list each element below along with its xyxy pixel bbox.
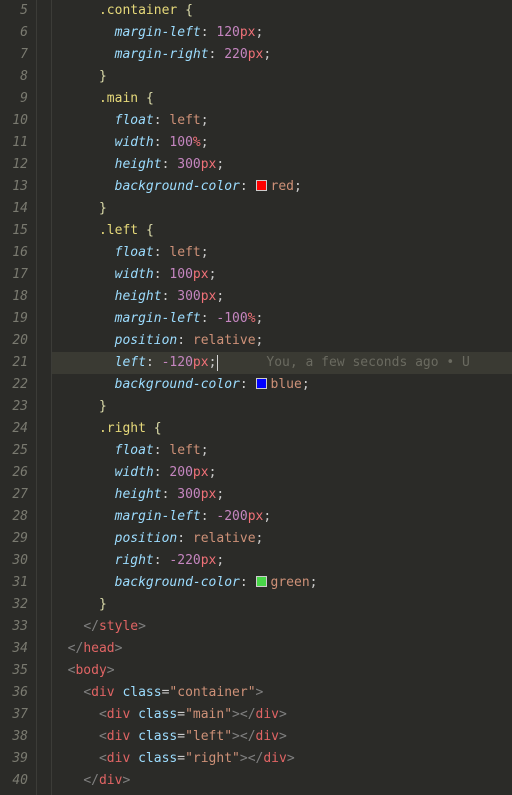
line-number: 36 <box>0 682 28 704</box>
line-number: 25 <box>0 440 28 462</box>
code-line[interactable]: <div class="container"> <box>52 682 512 704</box>
code-line[interactable]: <div class="left"></div> <box>52 726 512 748</box>
code-line[interactable]: margin-left: -200px; <box>52 506 512 528</box>
code-line[interactable]: width: 200px; <box>52 462 512 484</box>
code-line[interactable]: height: 300px; <box>52 286 512 308</box>
code-line[interactable]: float: left; <box>52 440 512 462</box>
line-number: 7 <box>0 44 28 66</box>
line-number: 35 <box>0 660 28 682</box>
code-line[interactable]: .main { <box>52 88 512 110</box>
code-line[interactable]: position: relative; <box>52 330 512 352</box>
color-swatch-icon <box>256 576 267 587</box>
code-line[interactable]: background-color: red; <box>52 176 512 198</box>
line-number: 13 <box>0 176 28 198</box>
code-line[interactable]: </head> <box>52 638 512 660</box>
line-number: 24 <box>0 418 28 440</box>
code-line[interactable]: left: -120px;You, a few seconds ago • U <box>52 352 512 374</box>
indent-guide-gap <box>37 0 51 795</box>
code-line[interactable]: } <box>52 594 512 616</box>
code-line[interactable]: float: left; <box>52 110 512 132</box>
code-line[interactable]: } <box>52 198 512 220</box>
code-line[interactable]: margin-right: 220px; <box>52 44 512 66</box>
code-line[interactable]: } <box>52 396 512 418</box>
line-number: 27 <box>0 484 28 506</box>
git-blame-annotation: You, a few seconds ago • U <box>266 355 470 370</box>
code-line[interactable]: right: -220px; <box>52 550 512 572</box>
code-line[interactable]: background-color: blue; <box>52 374 512 396</box>
line-number: 33 <box>0 616 28 638</box>
code-editor[interactable]: 5678910111213141516171819202122232425262… <box>0 0 512 795</box>
line-number: 39 <box>0 748 28 770</box>
line-number: 28 <box>0 506 28 528</box>
line-number: 5 <box>0 0 28 22</box>
line-number: 34 <box>0 638 28 660</box>
code-line[interactable]: margin-left: -100%; <box>52 308 512 330</box>
line-number: 12 <box>0 154 28 176</box>
code-line[interactable]: .right { <box>52 418 512 440</box>
text-cursor <box>217 355 218 371</box>
line-number: 29 <box>0 528 28 550</box>
code-line[interactable]: <div class="right"></div> <box>52 748 512 770</box>
code-line[interactable]: float: left; <box>52 242 512 264</box>
code-line[interactable]: background-color: green; <box>52 572 512 594</box>
code-line[interactable]: position: relative; <box>52 528 512 550</box>
line-number: 15 <box>0 220 28 242</box>
color-swatch-icon <box>256 378 267 389</box>
code-line[interactable]: height: 300px; <box>52 154 512 176</box>
code-line[interactable]: height: 300px; <box>52 484 512 506</box>
line-number: 31 <box>0 572 28 594</box>
code-line[interactable]: <body> <box>52 660 512 682</box>
line-number: 20 <box>0 330 28 352</box>
line-number: 38 <box>0 726 28 748</box>
code-line[interactable]: .container { <box>52 0 512 22</box>
line-number: 10 <box>0 110 28 132</box>
code-line[interactable]: margin-left: 120px; <box>52 22 512 44</box>
line-number: 6 <box>0 22 28 44</box>
code-line[interactable]: <div class="main"></div> <box>52 704 512 726</box>
line-number: 32 <box>0 594 28 616</box>
line-number: 16 <box>0 242 28 264</box>
line-number: 19 <box>0 308 28 330</box>
line-number: 18 <box>0 286 28 308</box>
line-number-gutter: 5678910111213141516171819202122232425262… <box>0 0 36 795</box>
line-number: 9 <box>0 88 28 110</box>
color-swatch-icon <box>256 180 267 191</box>
line-number: 22 <box>0 374 28 396</box>
line-number: 11 <box>0 132 28 154</box>
code-line[interactable]: .left { <box>52 220 512 242</box>
code-line[interactable]: </style> <box>52 616 512 638</box>
line-number: 23 <box>0 396 28 418</box>
code-line[interactable]: } <box>52 66 512 88</box>
code-line[interactable]: </div> <box>52 770 512 792</box>
line-number: 8 <box>0 66 28 88</box>
line-number: 17 <box>0 264 28 286</box>
code-line[interactable]: width: 100px; <box>52 264 512 286</box>
line-number: 37 <box>0 704 28 726</box>
code-area[interactable]: .container { margin-left: 120px; margin-… <box>52 0 512 795</box>
line-number: 26 <box>0 462 28 484</box>
line-number: 40 <box>0 770 28 792</box>
line-number: 21 <box>0 352 28 374</box>
line-number: 30 <box>0 550 28 572</box>
code-line[interactable]: width: 100%; <box>52 132 512 154</box>
line-number: 14 <box>0 198 28 220</box>
